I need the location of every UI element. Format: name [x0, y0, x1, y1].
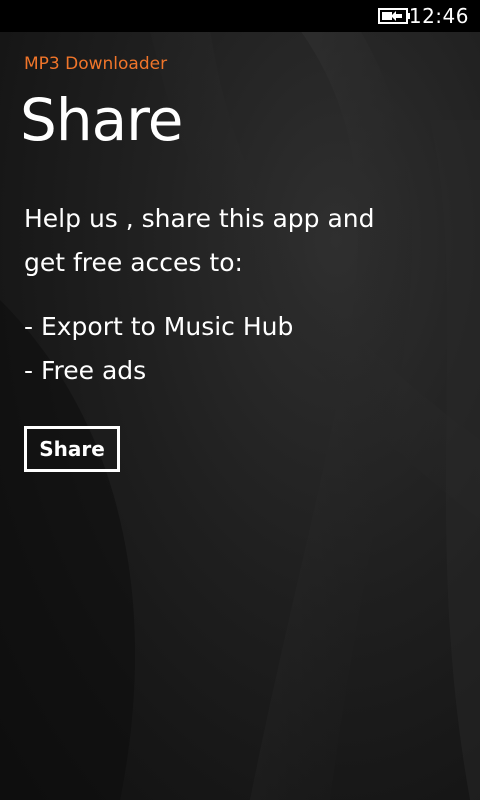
description-line: Help us , share this app and	[24, 204, 375, 233]
app-name: MP3 Downloader	[24, 54, 168, 74]
screen: 12:46 MP3 Downloader Share Help us , sha…	[0, 0, 480, 800]
battery-charging-icon	[378, 8, 410, 24]
benefit-item: - Export to Music Hub	[24, 312, 294, 341]
share-button[interactable]: Share	[24, 426, 120, 472]
clock: 12:46	[408, 4, 469, 28]
status-bar: 12:46	[0, 0, 480, 32]
description-line: get free acces to:	[24, 248, 243, 277]
benefit-item: - Free ads	[24, 356, 147, 385]
page-title: Share	[20, 86, 183, 154]
